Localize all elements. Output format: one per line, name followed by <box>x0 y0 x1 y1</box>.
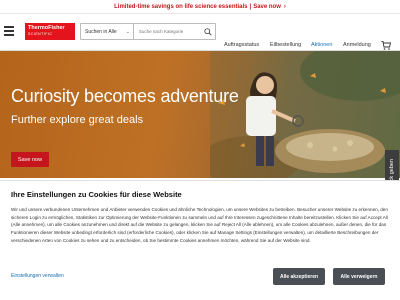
nav-order-status[interactable]: Auftragsstatus <box>224 42 259 48</box>
search-input[interactable] <box>133 24 204 39</box>
reject-all-button[interactable]: Alle verweigern <box>333 268 385 285</box>
hero-headline: Curiosity becomes adventure <box>11 86 239 106</box>
cookie-body: Wir und unsere verbundenen Unternehmen u… <box>11 207 388 243</box>
save-now-button[interactable]: Save now <box>11 152 49 167</box>
accept-all-button[interactable]: Alle akzeptieren <box>273 268 325 285</box>
hero-banner: Curiosity becomes adventure Further expl… <box>0 51 400 178</box>
logo[interactable]: ThermoFisher SCIENTIFIC <box>25 23 75 40</box>
promo-link[interactable]: Save now <box>253 4 281 10</box>
site-header: ThermoFisher SCIENTIFIC Suchen in Alle ⌄… <box>0 15 400 51</box>
chevron-right-icon: › <box>283 3 286 10</box>
chevron-down-icon: ⌄ <box>125 28 130 35</box>
promo-text: Limited-time savings on life science ess… <box>114 3 248 10</box>
hero-illustration <box>210 51 400 178</box>
cart-icon[interactable] <box>381 41 391 50</box>
nav-sign-in[interactable]: Anmeldung <box>343 42 371 48</box>
manage-settings-link[interactable]: Einstellungen verwalten <box>11 273 64 279</box>
cookie-banner: Ihre Einstellungen zu Cookies für diese … <box>0 180 400 300</box>
search-category-label: Suchen in Alle <box>85 28 117 35</box>
nav-promotions[interactable]: Aktionen <box>311 42 332 48</box>
nav-quick-order[interactable]: Eilbestellung <box>270 42 301 48</box>
search-category-select[interactable]: Suchen in Alle ⌄ <box>81 24 134 39</box>
search-icon[interactable] <box>204 27 212 37</box>
logo-sub: SCIENTIFIC <box>28 32 53 36</box>
search-bar: Suchen in Alle ⌄ <box>80 23 216 40</box>
promo-bar[interactable]: Limited-time savings on life science ess… <box>0 0 400 14</box>
cookie-title: Ihre Einstellungen zu Cookies für diese … <box>11 190 182 199</box>
hero-subline: Further explore great deals <box>11 114 144 126</box>
menu-icon[interactable] <box>4 26 14 36</box>
promo-separator: | <box>249 3 252 10</box>
